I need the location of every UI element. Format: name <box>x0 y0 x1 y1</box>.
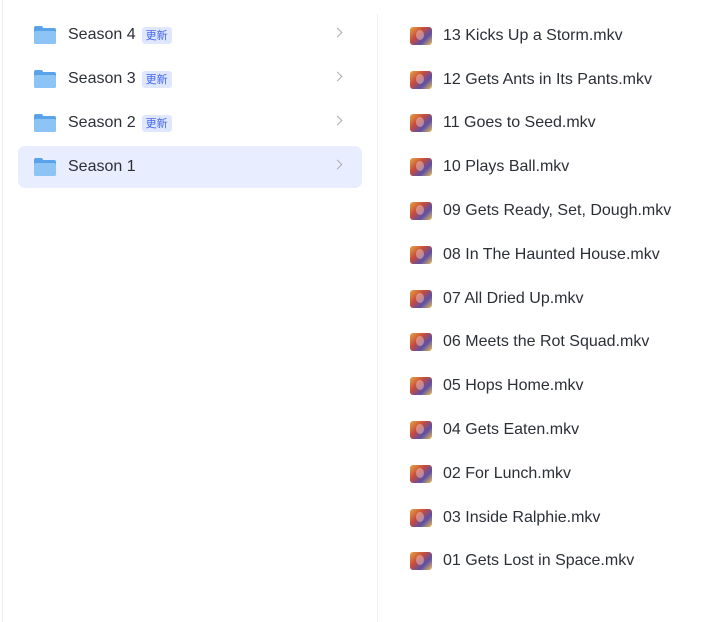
video-thumbnail-icon <box>410 26 432 45</box>
left-border <box>2 0 3 622</box>
file-item[interactable]: 07 All Dried Up.mkv <box>410 277 715 321</box>
chevron-right-icon <box>332 115 343 126</box>
video-thumbnail-icon <box>410 421 432 440</box>
file-name: 06 Meets the Rot Squad.mkv <box>443 333 650 351</box>
folder-name: Season 4 <box>68 26 136 43</box>
video-thumbnail-icon <box>410 508 432 527</box>
video-thumbnail-icon <box>410 202 432 221</box>
folder-name: Season 1 <box>68 158 136 175</box>
folder-list: Season 4 更新 Season 3 更新 Season 2 更新 Seas… <box>18 14 362 190</box>
file-name: 13 Kicks Up a Storm.mkv <box>443 26 623 44</box>
update-badge: 更新 <box>141 26 172 44</box>
file-item[interactable]: 02 For Lunch.mkv <box>410 452 715 496</box>
folder-item-season-2[interactable]: Season 2 更新 <box>18 102 362 144</box>
pane-divider <box>377 14 378 622</box>
file-list: 13 Kicks Up a Storm.mkv 12 Gets Ants in … <box>410 14 715 583</box>
video-thumbnail-icon <box>410 377 432 396</box>
file-item[interactable]: 13 Kicks Up a Storm.mkv <box>410 14 715 58</box>
file-name: 10 Plays Ball.mkv <box>443 158 570 176</box>
file-item[interactable]: 01 Gets Lost in Space.mkv <box>410 540 715 584</box>
file-name: 07 All Dried Up.mkv <box>443 289 584 307</box>
folder-icon <box>34 26 56 44</box>
file-name: 02 For Lunch.mkv <box>443 464 572 482</box>
file-name: 12 Gets Ants in Its Pants.mkv <box>443 70 652 88</box>
folder-icon <box>34 70 56 88</box>
video-thumbnail-icon <box>410 158 432 177</box>
video-thumbnail-icon <box>410 245 432 264</box>
file-name: 04 Gets Eaten.mkv <box>443 421 580 439</box>
chevron-right-icon <box>332 27 343 38</box>
file-item[interactable]: 04 Gets Eaten.mkv <box>410 408 715 452</box>
video-thumbnail-icon <box>410 464 432 483</box>
video-thumbnail-icon <box>410 70 432 89</box>
file-name: 01 Gets Lost in Space.mkv <box>443 552 635 570</box>
file-name: 11 Goes to Seed.mkv <box>443 114 596 132</box>
folder-name: Season 3 <box>68 70 136 87</box>
file-item[interactable]: 06 Meets the Rot Squad.mkv <box>410 321 715 365</box>
video-thumbnail-icon <box>410 552 432 571</box>
file-item[interactable]: 03 Inside Ralphie.mkv <box>410 496 715 540</box>
file-item[interactable]: 08 In The Haunted House.mkv <box>410 233 715 277</box>
file-item[interactable]: 12 Gets Ants in Its Pants.mkv <box>410 58 715 102</box>
folder-icon <box>34 114 56 132</box>
file-item[interactable]: 09 Gets Ready, Set, Dough.mkv <box>410 189 715 233</box>
file-item[interactable]: 10 Plays Ball.mkv <box>410 145 715 189</box>
chevron-right-icon <box>332 71 343 82</box>
folder-item-season-3[interactable]: Season 3 更新 <box>18 58 362 100</box>
file-name: 08 In The Haunted House.mkv <box>443 245 660 263</box>
video-thumbnail-icon <box>410 333 432 352</box>
chevron-right-icon <box>332 159 343 170</box>
update-badge: 更新 <box>141 70 172 88</box>
video-thumbnail-icon <box>410 289 432 308</box>
file-item[interactable]: 05 Hops Home.mkv <box>410 364 715 408</box>
folder-item-season-4[interactable]: Season 4 更新 <box>18 14 362 56</box>
update-badge: 更新 <box>141 114 172 132</box>
folder-icon <box>34 158 56 176</box>
video-thumbnail-icon <box>410 114 432 133</box>
file-item[interactable]: 11 Goes to Seed.mkv <box>410 102 715 146</box>
file-name: 05 Hops Home.mkv <box>443 377 584 395</box>
file-name: 03 Inside Ralphie.mkv <box>443 508 601 526</box>
folder-item-season-1[interactable]: Season 1 <box>18 146 362 188</box>
file-name: 09 Gets Ready, Set, Dough.mkv <box>443 202 672 220</box>
folder-name: Season 2 <box>68 114 136 131</box>
